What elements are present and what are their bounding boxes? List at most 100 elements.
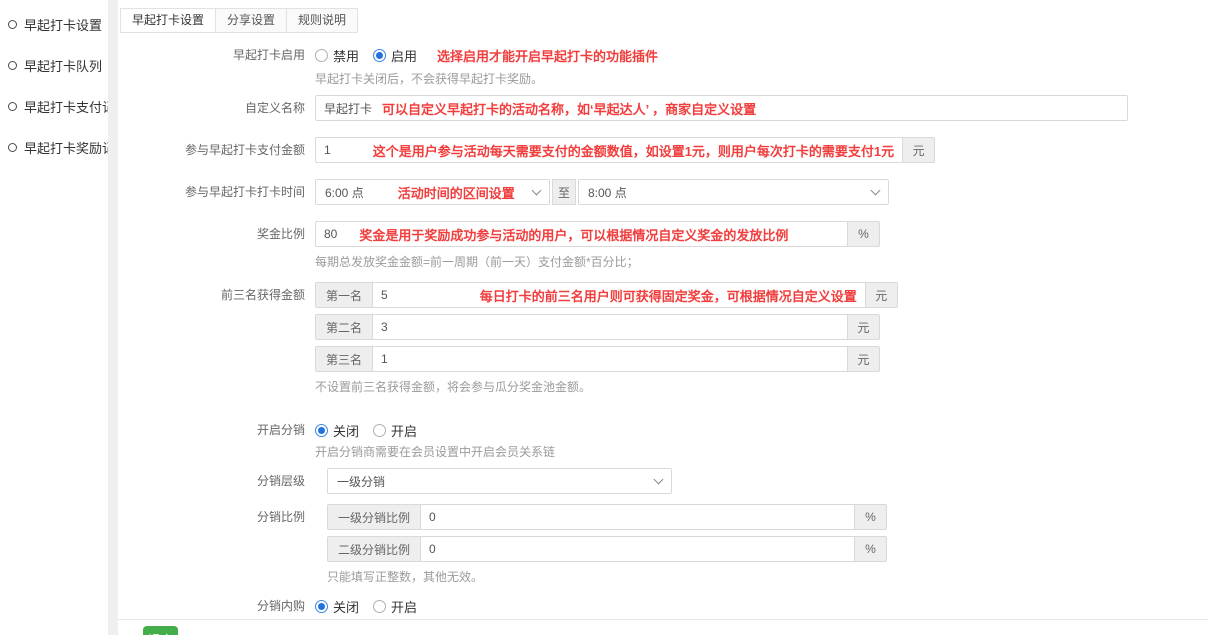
distribution-help: 开启分销商需要在会员设置中开启会员关系链 [315,443,1208,460]
radio-dist-on[interactable] [373,424,386,437]
top3-row-1: 第一名 5 每日打卡的前三名用户则可获得固定奖金，可根据情况自定义设置 元 [315,282,880,308]
pay-amount-hint: 这个是用户参与活动每天需要支付的金额数值，如设置1元，则用户每次打卡的需要支付1… [373,141,894,160]
field-label: 自定义名称 [118,95,315,121]
top3-rank-3-label: 第三名 [315,346,373,372]
top3-rank-2-value: 3 [381,320,388,334]
chevron-down-icon [871,185,881,195]
circle-icon [8,20,17,29]
sidebar-item-reward-records[interactable]: 早起打卡奖励记录 [0,127,108,168]
pay-amount-value: 1 [324,143,331,157]
bonus-ratio-hint: 奖金是用于奖励成功参与活动的用户，可以根据情况自定义奖金的发放比例 [359,225,788,244]
dist-ratio-2-input[interactable]: 0 [421,536,855,562]
dist-ratio-row-2: 二级分销比例 0 % [327,536,887,562]
field-label: 分销层级 [118,468,315,494]
sidebar-item-label: 早起打卡支付记录 [24,97,108,116]
dist-ratio-row-1: 一级分销比例 0 % [327,504,887,530]
pay-amount-input[interactable]: 1 这个是用户参与活动每天需要支付的金额数值，如设置1元，则用户每次打卡的需要支… [315,137,903,163]
dist-ratio-1-value: 0 [429,510,436,524]
top3-rank-3-unit: 元 [848,346,880,372]
radio-dist-off[interactable] [315,424,328,437]
field-label: 早起打卡启用 [118,46,315,87]
top3-rank-2-unit: 元 [848,314,880,340]
radio-label-inner-off[interactable]: 关闭 [333,597,359,616]
top3-rank-1-unit: 元 [866,282,898,308]
sidebar-item-label: 早起打卡队列 [24,56,102,75]
dist-ratio-help: 只能填写正整数，其他无效。 [327,568,1208,585]
bonus-ratio-input[interactable]: 80 奖金是用于奖励成功参与活动的用户，可以根据情况自定义奖金的发放比例 [315,221,848,247]
top3-rank-2-label: 第二名 [315,314,373,340]
radio-inner-on[interactable] [373,600,386,613]
field-label: 奖金比例 [118,221,315,270]
tab-share-settings[interactable]: 分享设置 [215,8,287,33]
field-label: 分销内购 [118,597,315,615]
radio-disable[interactable] [315,49,328,62]
form-footer: 提交 [118,619,1208,635]
tab-checkin-settings[interactable]: 早起打卡设置 [120,8,216,33]
time-end-select[interactable]: 8:00 点 [578,179,889,205]
tabbar: 早起打卡设置 分享设置 规则说明 [120,8,1208,33]
field-label: 分销比例 [118,504,315,585]
main-content: 早起打卡设置 分享设置 规则说明 早起打卡启用 禁用 启用 选择启用才能开启早起… [118,0,1208,635]
time-to-label: 至 [552,179,576,205]
form-row-bonus-ratio: 奖金比例 80 奖金是用于奖励成功参与活动的用户，可以根据情况自定义奖金的发放比… [118,221,1208,270]
bonus-ratio-unit: % [848,221,880,247]
top3-rank-3-input[interactable]: 1 [373,346,848,372]
page: 早起打卡设置 早起打卡队列 早起打卡支付记录 早起打卡奖励记录 早起打卡设置 分… [0,0,1208,635]
sidebar-item-label: 早起打卡设置 [24,15,102,34]
time-start-value: 6:00 点 [325,184,364,201]
radio-enable[interactable] [373,49,386,62]
submit-button[interactable]: 提交 [143,626,178,635]
radio-label-disable[interactable]: 禁用 [333,46,359,65]
form-row-name: 自定义名称 早起打卡 可以自定义早起打卡的活动名称，如‘早起达人’ ，商家自定义… [118,95,1208,121]
field-label: 参与早起打卡打卡时间 [118,179,315,205]
radio-inner-off[interactable] [315,600,328,613]
radio-label-inner-on[interactable]: 开启 [391,597,417,616]
chevron-down-icon [654,474,664,484]
tab-rules[interactable]: 规则说明 [286,8,358,33]
time-start-select[interactable]: 6:00 点 活动时间的区间设置 [315,179,550,205]
sidebar-divider [108,0,118,635]
top3-row-3: 第三名 1 元 [315,346,880,372]
sidebar-item-payment-records[interactable]: 早起打卡支付记录 [0,86,108,127]
top3-rank-3-value: 1 [381,352,388,366]
sidebar-item-checkin-settings[interactable]: 早起打卡设置 [0,4,108,45]
radio-label-enable[interactable]: 启用 [391,46,417,65]
dist-ratio-1-unit: % [855,504,887,530]
field-label: 前三名获得金额 [118,282,315,395]
sidebar-item-checkin-queue[interactable]: 早起打卡队列 [0,45,108,86]
radio-label-dist-off[interactable]: 关闭 [333,421,359,440]
top3-rank-1-label: 第一名 [315,282,373,308]
dist-level-select[interactable]: 一级分销 [327,468,672,494]
chevron-down-icon [532,185,542,195]
bonus-ratio-help: 每期总发放奖金金额=前一周期（前一天）支付金额*百分比； [315,253,1208,270]
dist-ratio-2-value: 0 [429,542,436,556]
circle-icon [8,102,17,111]
form-row-dist-inner: 分销内购 关闭 开启 [118,597,1208,615]
name-value: 早起打卡 [324,100,372,117]
time-end-value: 8:00 点 [588,184,627,201]
form-row-pay-amount: 参与早起打卡支付金额 1 这个是用户参与活动每天需要支付的金额数值，如设置1元，… [118,137,1208,163]
name-input[interactable]: 早起打卡 可以自定义早起打卡的活动名称，如‘早起达人’ ，商家自定义设置 [315,95,1128,121]
enable-hint: 选择启用才能开启早起打卡的功能插件 [437,46,658,65]
field-label: 参与早起打卡支付金额 [118,137,315,163]
pay-amount-unit: 元 [903,137,935,163]
name-hint: 可以自定义早起打卡的活动名称，如‘早起达人’ ，商家自定义设置 [382,99,756,118]
top3-help: 不设置前三名获得金额，将会参与瓜分奖金池金额。 [315,378,1208,395]
circle-icon [8,143,17,152]
time-hint: 活动时间的区间设置 [398,183,515,202]
top3-rank-1-value: 5 [381,288,388,302]
top3-rank-2-input[interactable]: 3 [373,314,848,340]
dist-ratio-2-label: 二级分销比例 [327,536,421,562]
top3-row-2: 第二名 3 元 [315,314,880,340]
form-row-enable: 早起打卡启用 禁用 启用 选择启用才能开启早起打卡的功能插件 早起打卡关闭后，不… [118,46,1208,87]
sidebar: 早起打卡设置 早起打卡队列 早起打卡支付记录 早起打卡奖励记录 [0,0,108,635]
dist-ratio-1-input[interactable]: 0 [421,504,855,530]
dist-ratio-1-label: 一级分销比例 [327,504,421,530]
top3-rank-1-input[interactable]: 5 每日打卡的前三名用户则可获得固定奖金，可根据情况自定义设置 [373,282,866,308]
form-row-dist-ratio: 分销比例 一级分销比例 0 % 二级分销比例 0 % 只能填写正整数，其他无效。 [118,504,1208,585]
sidebar-item-label: 早起打卡奖励记录 [24,138,108,157]
form-row-top3: 前三名获得金额 第一名 5 每日打卡的前三名用户则可获得固定奖金，可根据情况自定… [118,282,1208,395]
bonus-ratio-value: 80 [324,227,337,241]
form-row-time: 参与早起打卡打卡时间 6:00 点 活动时间的区间设置 至 8:00 点 [118,179,1208,205]
radio-label-dist-on[interactable]: 开启 [391,421,417,440]
